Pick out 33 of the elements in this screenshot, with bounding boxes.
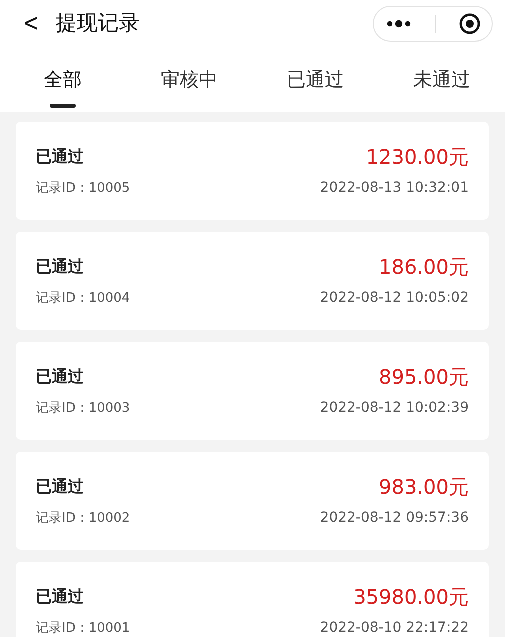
record-id: 记录ID：10001: [36, 620, 130, 637]
timestamp: 2022-08-10 22:17:22: [320, 620, 469, 636]
page-title: 提现记录: [56, 10, 141, 37]
amount-text: 35980.00元: [354, 584, 469, 611]
status-label: 已通过: [36, 257, 84, 278]
record-id: 记录ID：10002: [36, 510, 130, 527]
amount-text: 186.00元: [379, 254, 469, 281]
record-card[interactable]: 已通过 186.00元 记录ID：10004 2022-08-12 10:05:02: [16, 232, 489, 330]
more-icon[interactable]: [386, 20, 412, 28]
close-icon[interactable]: [458, 13, 480, 35]
amount-text: 983.00元: [379, 474, 469, 501]
status-label: 已通过: [36, 367, 84, 388]
record-card[interactable]: 已通过 983.00元 记录ID：10002 2022-08-12 09:57:36: [16, 452, 489, 550]
record-card[interactable]: 已通过 35980.00元 记录ID：10001 2022-08-10 22:17:22: [16, 562, 489, 637]
tab[interactable]: 审核中: [126, 46, 252, 112]
amount-text: 895.00元: [379, 364, 469, 391]
amount-text: 1230.00元: [366, 144, 469, 171]
timestamp: 2022-08-13 10:32:01: [320, 180, 469, 196]
status-label: 已通过: [36, 147, 84, 168]
record-id: 记录ID：10003: [36, 400, 130, 417]
record-card[interactable]: 已通过 895.00元 记录ID：10003 2022-08-12 10:02:39: [16, 342, 489, 440]
record-card[interactable]: 已通过 1230.00元 记录ID：10005 2022-08-13 10:32:01: [16, 122, 489, 220]
timestamp: 2022-08-12 10:02:39: [320, 400, 469, 416]
status-label: 已通过: [36, 587, 84, 608]
record-id: 记录ID：10004: [36, 290, 130, 307]
tab[interactable]: 未通过: [378, 46, 505, 112]
status-label: 已通过: [36, 477, 84, 498]
timestamp: 2022-08-12 10:05:02: [320, 290, 469, 306]
tab[interactable]: 全部: [0, 46, 126, 112]
record-id: 记录ID：10005: [36, 180, 130, 197]
timestamp: 2022-08-12 09:57:36: [320, 510, 469, 526]
back-button[interactable]: <: [23, 9, 47, 37]
tab[interactable]: 已通过: [252, 46, 379, 112]
